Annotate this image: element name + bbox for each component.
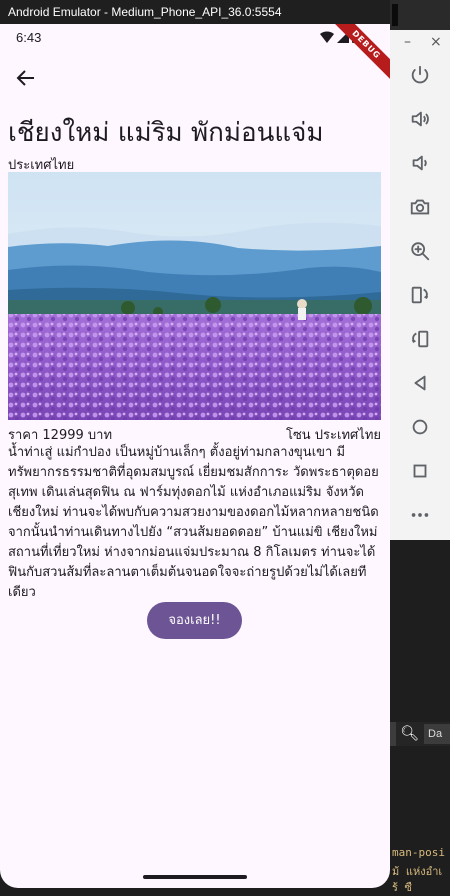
home-icon[interactable] [407, 414, 433, 440]
phone-screen: 6:43 DEBUG เชียงใหม่ แม่ริม พักม่อนแจ่ม … [0, 24, 390, 888]
page-title: เชียงใหม่ แม่ริม พักม่อนแจ่ม [8, 118, 324, 148]
editor-code-line: ร้ ซื [392, 881, 412, 894]
window-title-bar: Android Emulator - Medium_Phone_API_36.0… [0, 0, 390, 24]
volume-down-icon[interactable] [407, 150, 433, 176]
wifi-icon [320, 31, 334, 43]
gesture-nav-handle[interactable] [143, 875, 247, 879]
editor-search-box[interactable] [390, 722, 396, 746]
close-button[interactable]: × [430, 34, 442, 50]
back-icon[interactable] [407, 370, 433, 396]
editor-strip-block [392, 4, 398, 26]
arrow-back-icon [16, 70, 34, 86]
zoom-icon[interactable] [407, 238, 433, 264]
volume-up-icon[interactable] [407, 106, 433, 132]
book-now-button[interactable]: จองเลย!! [147, 602, 242, 639]
more-icon[interactable] [407, 502, 433, 528]
status-bar: 6:43 [0, 24, 390, 52]
price-label: ราคา 12999 บาท [8, 428, 113, 443]
editor-toolbar-strip [390, 0, 450, 30]
camera-icon[interactable] [407, 194, 433, 220]
overview-icon[interactable] [407, 458, 433, 484]
hero-image [8, 172, 381, 420]
editor-code-line: man-posi [392, 846, 445, 859]
description-text: น้ำท่าเสู่ แม่กำปอง เป็นหมู่บ้านเล็กๆ ตั… [8, 445, 379, 600]
rotate-right-icon[interactable] [407, 326, 433, 352]
minimize-button[interactable]: – [404, 34, 411, 50]
editor-search-dropdown[interactable]: Da [424, 724, 450, 744]
power-icon[interactable] [407, 62, 433, 88]
rotate-left-icon[interactable] [407, 282, 433, 308]
back-button[interactable] [10, 62, 42, 94]
window-title: Android Emulator - Medium_Phone_API_36.0… [8, 5, 282, 19]
search-icon[interactable]: 🔍︎ [400, 724, 419, 742]
editor-search-bar: 🔍︎ Da [390, 722, 450, 746]
emulator-control-panel: – × [390, 30, 450, 540]
location-label: โซน ประเทศไทย [285, 428, 381, 443]
flower-field-photo [8, 172, 381, 420]
status-time: 6:43 [16, 30, 42, 45]
